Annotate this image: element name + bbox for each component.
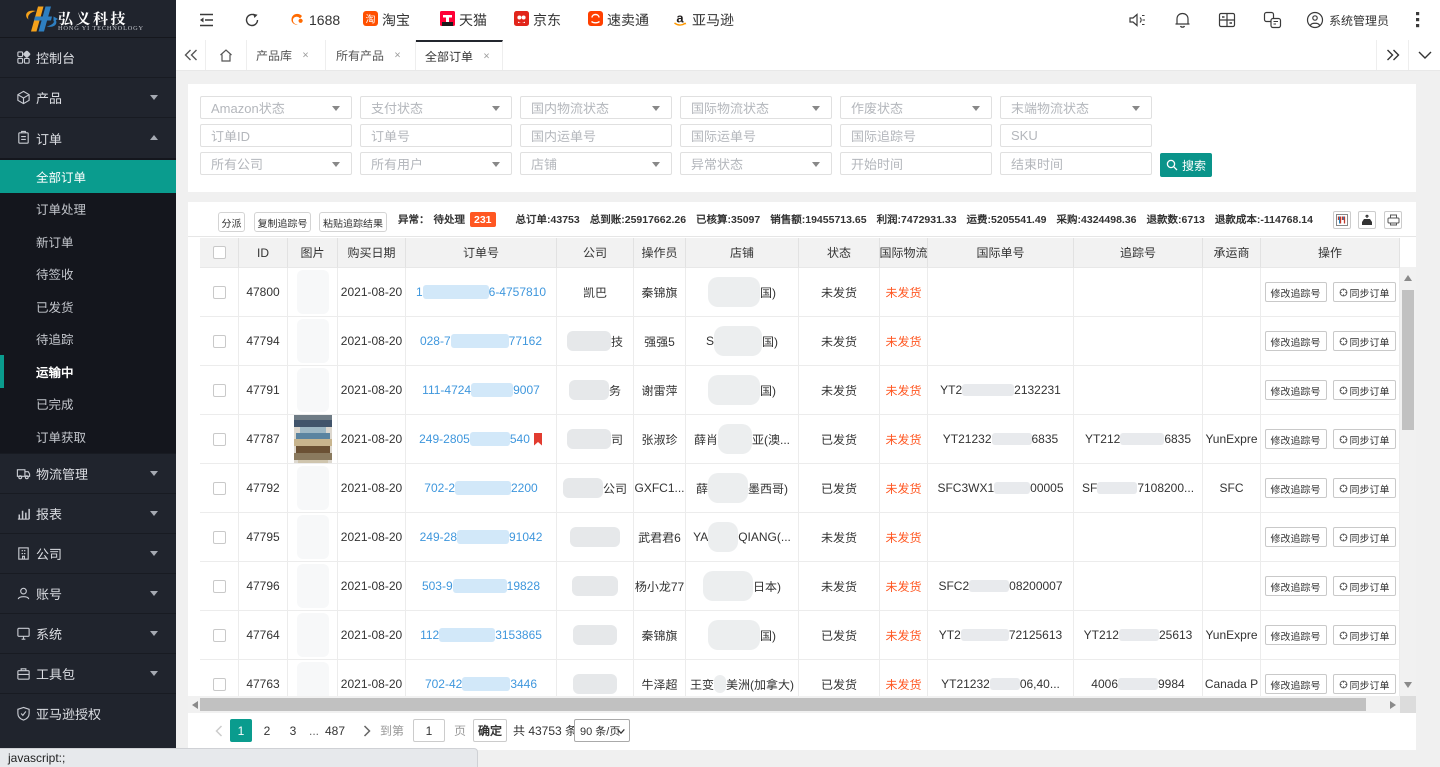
svg-text:a: a <box>676 11 684 26</box>
svg-text:淘: 淘 <box>366 11 376 25</box>
